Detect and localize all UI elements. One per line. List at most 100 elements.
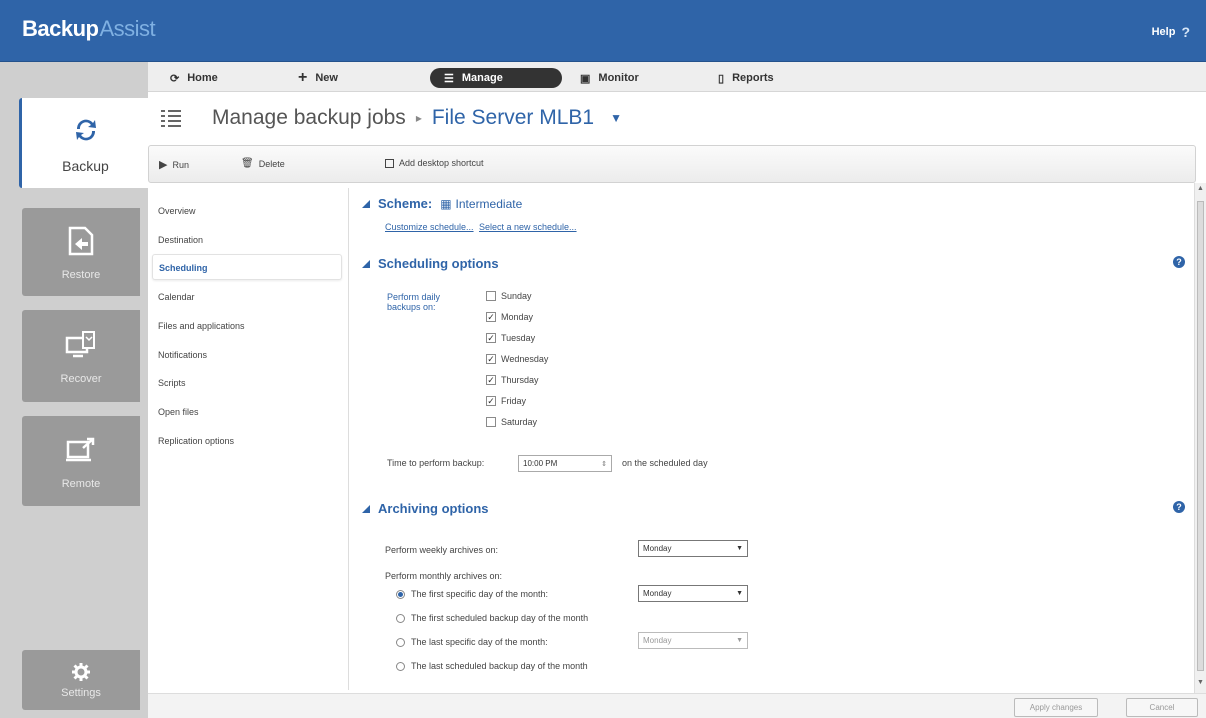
- help-button[interactable]: Help ?: [1152, 24, 1190, 40]
- collapse-icon[interactable]: [362, 504, 370, 513]
- radio-button[interactable]: [396, 637, 405, 647]
- radio-first-specific-day[interactable]: The first specific day of the month:: [396, 589, 548, 599]
- weekly-archives-label: Perform weekly archives on:: [385, 545, 499, 555]
- radio-button[interactable]: [396, 613, 405, 623]
- vertical-scrollbar[interactable]: ▲ ▼: [1194, 183, 1206, 693]
- play-icon: ▶: [159, 159, 168, 171]
- day-checkbox-saturday[interactable]: Saturday: [486, 417, 537, 427]
- day-checkbox-tuesday[interactable]: ✓ Tuesday: [486, 333, 535, 343]
- archiving-help-icon[interactable]: ?: [1173, 501, 1185, 513]
- scheme-section: Scheme: ▦ Intermediate: [362, 196, 522, 211]
- menu-item-open-files[interactable]: Open files: [158, 407, 199, 417]
- day-checkbox-thursday[interactable]: ✓ Thursday: [486, 375, 539, 385]
- menu-item-destination[interactable]: Destination: [158, 235, 203, 245]
- nav-manage[interactable]: ☰ Manage: [430, 68, 562, 88]
- run-button[interactable]: ▶ Run: [159, 158, 189, 171]
- sidebar-item-settings[interactable]: Settings: [22, 650, 140, 710]
- page-title: Manage backup jobs: [212, 106, 406, 129]
- sidebar: Backup Restore Recover Remote Settings: [0, 62, 149, 718]
- sidebar-item-backup[interactable]: Backup: [19, 98, 149, 188]
- radio-first-scheduled-day[interactable]: The first scheduled backup day of the mo…: [396, 613, 588, 623]
- weekly-archives-select[interactable]: Monday ▼: [638, 540, 748, 557]
- menu-item-overview[interactable]: Overview: [158, 206, 196, 216]
- checkbox[interactable]: [486, 291, 496, 301]
- plus-icon: +: [298, 69, 308, 86]
- report-icon: ▯: [718, 72, 725, 85]
- radio-last-scheduled-day[interactable]: The last scheduled backup day of the mon…: [396, 661, 588, 671]
- checkbox[interactable]: ✓: [486, 354, 496, 364]
- nav-home-label: Home: [187, 72, 218, 84]
- menu-list-icon[interactable]: [161, 109, 181, 130]
- menu-item-scripts[interactable]: Scripts: [158, 378, 186, 388]
- nav-reports[interactable]: ▯ Reports: [718, 68, 774, 88]
- checkbox[interactable]: ✓: [486, 312, 496, 322]
- radio-button[interactable]: [396, 589, 405, 599]
- menu-item-calendar[interactable]: Calendar: [158, 292, 195, 302]
- scheduling-options-header: Scheduling options: [362, 256, 499, 271]
- scheduling-help-icon[interactable]: ?: [1173, 256, 1185, 268]
- delete-label: Delete: [258, 158, 285, 169]
- collapse-icon[interactable]: [362, 199, 370, 208]
- list-icon: ☰: [444, 72, 454, 85]
- menu-item-files[interactable]: Files and applications: [158, 321, 245, 331]
- title-bar: BackupAssist Help ?: [0, 0, 1206, 62]
- chevron-down-icon: ▼: [736, 590, 743, 597]
- nav-new[interactable]: + New: [298, 68, 338, 88]
- radio-button[interactable]: [396, 661, 405, 671]
- day-checkbox-friday[interactable]: ✓ Friday: [486, 396, 526, 406]
- radio-last-specific-day[interactable]: The last specific day of the month:: [396, 637, 548, 647]
- chevron-down-icon: ▼: [736, 545, 743, 552]
- sidebar-item-restore[interactable]: Restore: [22, 208, 140, 296]
- home-icon: ⟳: [170, 72, 180, 85]
- chevron-down-icon: ▼: [736, 637, 743, 644]
- help-icon: ?: [1181, 24, 1190, 40]
- collapse-icon[interactable]: [362, 259, 370, 268]
- scroll-down-icon[interactable]: ▼: [1197, 679, 1204, 686]
- delete-button[interactable]: 🗑 Delete: [241, 158, 285, 169]
- first-specific-day-select[interactable]: Monday ▼: [638, 585, 748, 602]
- day-checkbox-sunday[interactable]: Sunday: [486, 291, 532, 301]
- archiving-options-title: Archiving options: [378, 501, 489, 516]
- nav-home[interactable]: ⟳ Home: [170, 68, 218, 88]
- breadcrumb: Manage backup jobs ▸ File Server MLB1 ▼: [212, 106, 622, 130]
- select-schedule-link[interactable]: Select a new schedule...: [479, 222, 577, 232]
- last-specific-day-select: Monday ▼: [638, 632, 748, 649]
- checkbox[interactable]: ✓: [486, 375, 496, 385]
- time-picker[interactable]: 10:00 PM ⇕: [518, 455, 612, 472]
- menu-item-replication[interactable]: Replication options: [158, 436, 234, 446]
- checkbox[interactable]: ✓: [486, 333, 496, 343]
- menu-item-notifications[interactable]: Notifications: [158, 350, 207, 360]
- toolbar: ▶ Run 🗑 Delete Add desktop shortcut: [148, 145, 1196, 183]
- job-name[interactable]: File Server MLB1: [432, 106, 594, 130]
- add-shortcut-button[interactable]: Add desktop shortcut: [385, 158, 484, 168]
- customize-schedule-link[interactable]: Customize schedule...: [385, 222, 474, 232]
- day-checkbox-wednesday[interactable]: ✓ Wednesday: [486, 354, 548, 364]
- nav-new-label: New: [315, 72, 338, 84]
- page-header: Manage backup jobs ▸ File Server MLB1 ▼: [148, 93, 1206, 145]
- checkbox[interactable]: ✓: [486, 396, 496, 406]
- sidebar-item-remote[interactable]: Remote: [22, 416, 140, 506]
- apply-changes-button[interactable]: Apply changes: [1014, 698, 1098, 717]
- scrollbar-thumb[interactable]: [1197, 201, 1204, 671]
- nav-monitor[interactable]: ▣ Monitor: [580, 68, 639, 88]
- sidebar-label-remote: Remote: [61, 478, 101, 490]
- menu-item-scheduling[interactable]: Scheduling: [152, 254, 342, 280]
- sidebar-label-settings: Settings: [61, 687, 101, 699]
- shortcut-label: Add desktop shortcut: [399, 158, 484, 168]
- sidebar-label-restore: Restore: [61, 269, 101, 281]
- spinner-icon[interactable]: ⇕: [601, 460, 607, 468]
- day-checkbox-monday[interactable]: ✓ Monday: [486, 312, 533, 322]
- sidebar-label-backup: Backup: [62, 158, 109, 174]
- chevron-down-icon[interactable]: ▼: [610, 111, 622, 125]
- cancel-button[interactable]: Cancel: [1126, 698, 1198, 717]
- footer-bar: Apply changes Cancel: [148, 693, 1206, 718]
- scheme-label: Scheme:: [378, 196, 433, 211]
- time-suffix: on the scheduled day: [622, 458, 708, 468]
- scheme-value-wrap: ▦ Intermediate: [440, 197, 522, 211]
- sidebar-item-recover[interactable]: Recover: [22, 310, 140, 402]
- help-label: Help: [1151, 26, 1176, 38]
- scroll-up-icon[interactable]: ▲: [1197, 185, 1204, 192]
- first-specific-day-value: Monday: [643, 589, 672, 598]
- checkbox[interactable]: [486, 417, 496, 427]
- recover-icon: [63, 327, 99, 363]
